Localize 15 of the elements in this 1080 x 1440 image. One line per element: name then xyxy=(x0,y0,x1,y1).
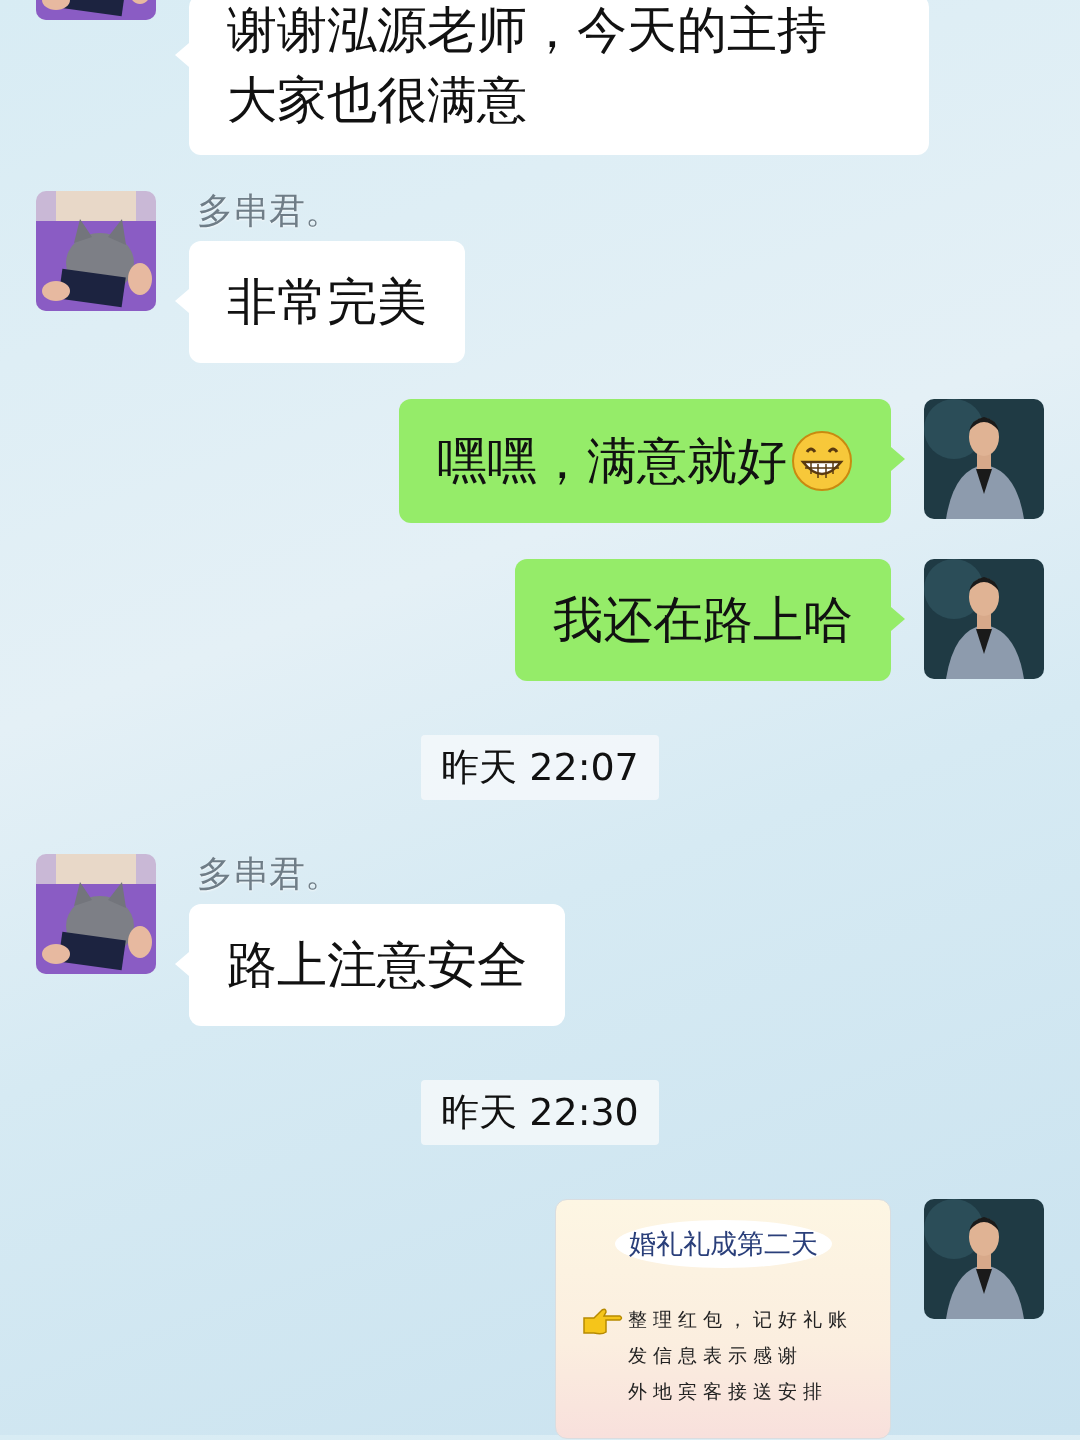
bubble-tail xyxy=(175,952,189,976)
timestamp: 昨天 22:07 xyxy=(421,735,659,800)
timestamp: 昨天 22:30 xyxy=(421,1080,659,1145)
card-title: 婚礼礼成第二天 xyxy=(614,1220,832,1268)
bubble-tail xyxy=(891,447,905,471)
bubble-tail xyxy=(175,289,189,313)
sender-name: 多串君。 xyxy=(196,854,341,894)
image-card[interactable]: 婚礼礼成第二天 整理红包，记好礼账 发信息表示感谢 外地宾客接送安排 xyxy=(555,1199,891,1439)
sender-name: 多串君。 xyxy=(196,191,341,231)
card-text-line: 整理红包，记好礼账 xyxy=(628,1307,853,1332)
card-text-line: 发信息表示感谢 xyxy=(628,1343,804,1368)
bubble-tail xyxy=(891,607,905,631)
pointing-hand-icon xyxy=(582,1306,624,1336)
bubble-tail xyxy=(175,43,189,67)
card-text-line: 外地宾客接送安排 xyxy=(628,1379,829,1404)
